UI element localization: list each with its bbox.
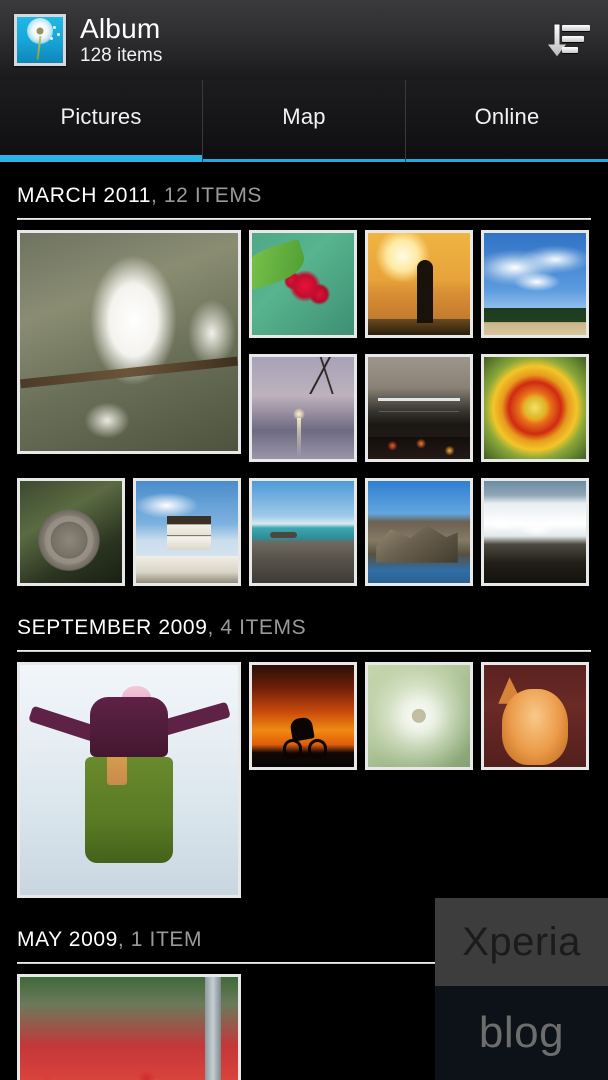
- photo-dandelion-seedhead[interactable]: [365, 662, 473, 770]
- watermark-brand-label: Xperia: [462, 920, 581, 964]
- grid-column: [249, 230, 589, 470]
- photo-thumbnail: [252, 357, 354, 459]
- section-header: MARCH 2011, 12 ITEMS: [0, 162, 608, 208]
- figure-scarf-shape: [107, 706, 127, 785]
- photo-thumbnail: [252, 481, 354, 583]
- photo-thumbnail: [252, 233, 354, 335]
- photo-thumbnail: [484, 665, 586, 767]
- dandelion-seed-icon: [56, 32, 60, 36]
- photo-pebble-beach[interactable]: [249, 478, 357, 586]
- photo-thumbnail: [484, 357, 586, 459]
- photo-thumbnail: [368, 233, 470, 335]
- photo-thumbnail: [368, 357, 470, 459]
- section-date-label: MARCH 2011: [17, 184, 151, 207]
- tab-active-indicator: [0, 155, 202, 162]
- photo-rainbow-bridge-night[interactable]: [365, 354, 473, 462]
- sort-button[interactable]: [542, 17, 592, 63]
- photo-magnolia-bud[interactable]: [17, 230, 241, 454]
- photo-fisherman-sunset[interactable]: [365, 230, 473, 338]
- photo-thumbnail: [368, 665, 470, 767]
- dandelion-seed-icon: [50, 37, 54, 41]
- photo-thumbnail: [252, 665, 354, 767]
- photo-moonrise-over-lake[interactable]: [249, 354, 357, 462]
- tab-pictures-label: Pictures: [60, 104, 142, 129]
- album-app-screen: Album 128 items Pictures Map Online MARC…: [0, 0, 608, 1080]
- section-count-label: , 12 ITEMS: [151, 184, 263, 207]
- tab-pictures[interactable]: Pictures: [0, 80, 202, 162]
- section-count-label: , 4 ITEMS: [207, 616, 307, 639]
- photo-cyclist-sunset[interactable]: [249, 662, 357, 770]
- watermark-brand-box: Xperia: [435, 898, 608, 986]
- tab-online-label: Online: [474, 104, 540, 129]
- sort-lines-icon: [562, 25, 590, 58]
- figure-arm-shape: [158, 701, 231, 737]
- photo-crashing-surf[interactable]: [481, 478, 589, 586]
- bicycle-wheel-shape: [308, 739, 328, 759]
- item-count-label: 128 items: [80, 44, 163, 66]
- photo-thumbnail: [20, 665, 238, 895]
- bicycle-wheel-shape: [282, 739, 302, 759]
- photo-gazania-flower[interactable]: [481, 354, 589, 462]
- tab-map-label: Map: [282, 104, 326, 129]
- section-count-label: , 1 ITEM: [117, 928, 203, 951]
- grid-row: [17, 662, 591, 898]
- photo-thumbnail: [484, 233, 586, 335]
- photo-thumbnail: [136, 481, 238, 583]
- section-march-2011: MARCH 2011, 12 ITEMS: [0, 162, 608, 586]
- photo-girl-snow-angel[interactable]: [17, 662, 241, 898]
- grid-row: [17, 230, 591, 470]
- tab-map[interactable]: Map: [202, 80, 405, 162]
- photo-japanese-castle-snow[interactable]: [133, 478, 241, 586]
- photo-coastal-rocks[interactable]: [365, 478, 473, 586]
- section-date-label: MAY 2009: [17, 928, 118, 951]
- dandelion-seed-icon: [52, 26, 56, 30]
- photo-ginger-kitten[interactable]: [481, 662, 589, 770]
- kitten-nose-shape: [531, 728, 540, 734]
- grid-row: [249, 662, 589, 770]
- section-title: MARCH 2011, 12 ITEMS: [17, 184, 591, 208]
- photo-thumbnail: [20, 233, 238, 451]
- tab-online[interactable]: Online: [405, 80, 608, 162]
- figure-head-shape: [122, 685, 151, 709]
- watermark-overlay: Xperia blog: [435, 898, 608, 1080]
- figure-arm-shape: [27, 705, 100, 743]
- photo-thumbnail: [484, 481, 586, 583]
- header-text-block: Album 128 items: [80, 12, 163, 67]
- photo-stone-spiral-carving[interactable]: [17, 478, 125, 586]
- section-title: SEPTEMBER 2009, 4 ITEMS: [17, 616, 591, 640]
- grid-row: [17, 478, 591, 586]
- photo-clouds-over-field[interactable]: [481, 230, 589, 338]
- photo-red-quince-blossom[interactable]: [249, 230, 357, 338]
- grid-row: [249, 354, 589, 462]
- watermark-blog-box: blog: [435, 986, 608, 1080]
- kitten-eye-shape: [517, 713, 530, 725]
- section-date-label: SEPTEMBER 2009: [17, 616, 208, 639]
- section-september-2009: SEPTEMBER 2009, 4 ITEMS: [0, 594, 608, 898]
- tab-bar: Pictures Map Online: [0, 80, 608, 162]
- photo-thumbnail: [368, 481, 470, 583]
- app-header: Album 128 items: [0, 0, 608, 80]
- grid-column: [249, 662, 589, 898]
- grid-row: [249, 230, 589, 338]
- photo-grid: [0, 652, 608, 898]
- photo-thumbnail: [20, 977, 238, 1080]
- photo-grid: [0, 220, 608, 586]
- watermark-blog-label: blog: [478, 1008, 565, 1057]
- photo-strawberry-market-stall[interactable]: [17, 974, 241, 1080]
- kitten-eye-shape: [542, 712, 555, 724]
- section-header: SEPTEMBER 2009, 4 ITEMS: [0, 594, 608, 640]
- photo-thumbnail: [20, 481, 122, 583]
- page-title: Album: [80, 12, 161, 44]
- album-thumbnail-icon[interactable]: [14, 14, 66, 66]
- dandelion-core-shape: [36, 27, 44, 35]
